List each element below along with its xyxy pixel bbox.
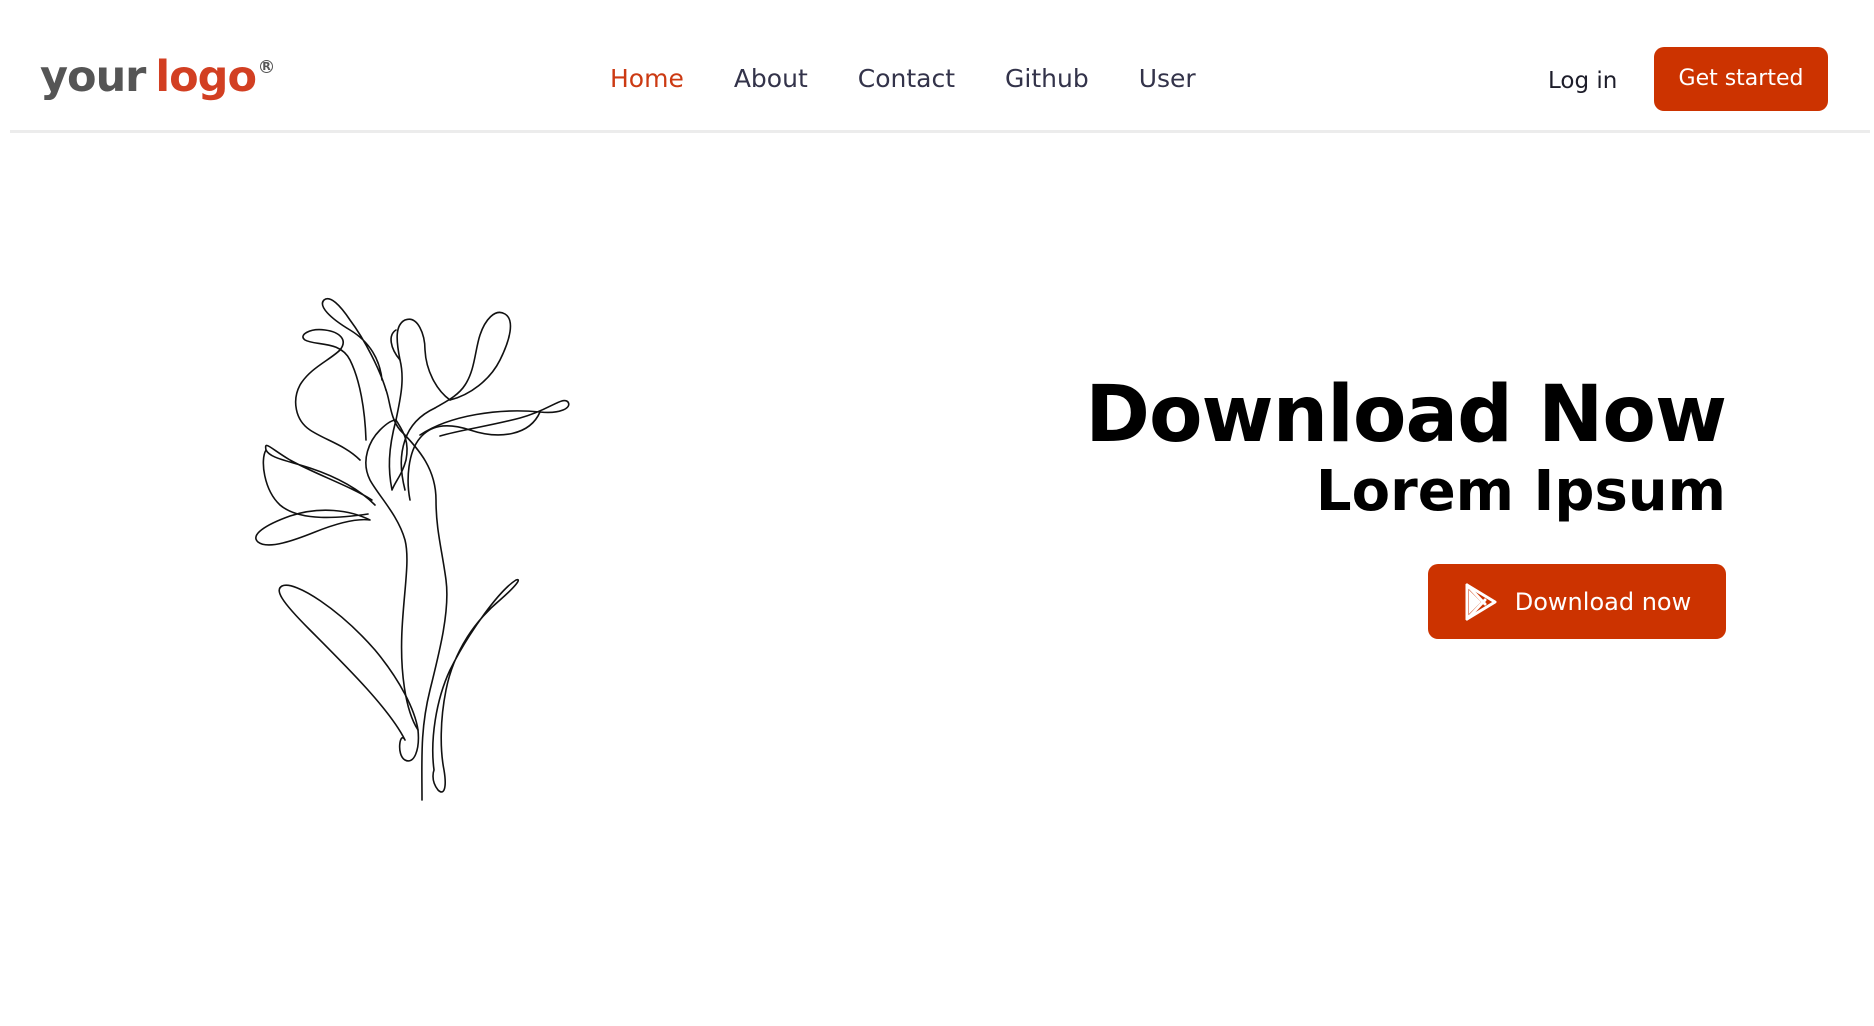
main-nav: Home About Contact Github User <box>610 62 1246 96</box>
nav-item-home[interactable]: Home <box>610 62 684 96</box>
logo-text-your: your <box>40 52 146 102</box>
page: your logo R Home About Contact Github Us… <box>0 0 1874 1026</box>
hero-subtitle: Lorem Ipsum <box>1315 459 1726 524</box>
login-link[interactable]: Log in <box>1548 66 1617 96</box>
hero-section: Download Now Lorem Ipsum <box>1085 370 1727 524</box>
site-logo[interactable]: your logo R <box>40 52 273 104</box>
get-started-button[interactable]: Get started <box>1654 47 1828 111</box>
hero-title: Download Now <box>1085 370 1727 460</box>
nav-item-about[interactable]: About <box>734 62 808 96</box>
logo-text-logo: logo <box>155 52 257 102</box>
site-header: your logo R Home About Contact Github Us… <box>10 0 1870 133</box>
registered-trademark-icon: R <box>260 60 273 73</box>
line-art-flower-illustration <box>255 298 570 801</box>
nav-item-github[interactable]: Github <box>1005 62 1089 96</box>
download-now-label: Download now <box>1514 587 1692 616</box>
play-store-icon <box>1465 583 1497 620</box>
nav-item-contact[interactable]: Contact <box>858 62 955 96</box>
nav-item-user[interactable]: User <box>1139 62 1196 96</box>
download-now-button[interactable]: Download now <box>1428 564 1726 639</box>
